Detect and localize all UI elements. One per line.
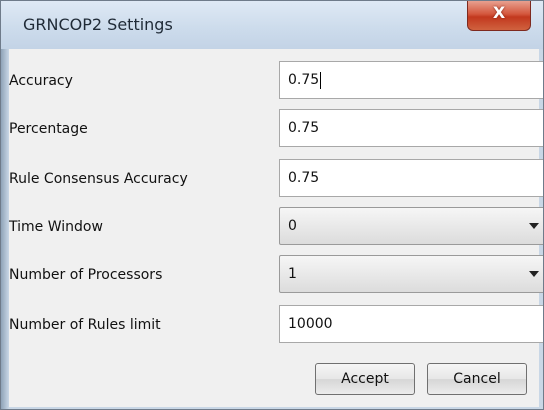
accept-button[interactable]: Accept — [315, 363, 415, 395]
close-icon: X — [492, 3, 506, 22]
number-of-rules-limit-value: 10000 — [288, 316, 333, 332]
number-of-processors-value: 1 — [288, 266, 297, 282]
text-cursor — [320, 71, 322, 89]
percentage-input[interactable]: 0.75 — [279, 109, 543, 147]
rule-consensus-accuracy-input[interactable]: 0.75 — [279, 159, 543, 197]
percentage-label: Percentage — [9, 121, 88, 137]
accuracy-label: Accuracy — [9, 73, 73, 89]
settings-dialog: GRNCOP2 Settings X Accuracy 0.75 Percent… — [0, 0, 544, 410]
close-button[interactable]: X — [467, 1, 531, 31]
rule-consensus-accuracy-value: 0.75 — [288, 170, 320, 186]
settings-form: Accuracy 0.75 Percentage 0.75 Rule Conse… — [9, 49, 543, 407]
number-of-rules-limit-input[interactable]: 10000 — [279, 305, 543, 343]
title-bar[interactable]: GRNCOP2 Settings X — [1, 1, 543, 49]
time-window-value: 0 — [288, 218, 297, 234]
number-of-rules-limit-label: Number of Rules limit — [9, 317, 161, 333]
chevron-down-icon — [529, 271, 539, 277]
rule-consensus-accuracy-label: Rule Consensus Accuracy — [9, 171, 188, 187]
chevron-down-icon — [529, 223, 539, 229]
accuracy-input[interactable]: 0.75 — [279, 61, 543, 99]
percentage-value: 0.75 — [288, 120, 320, 136]
window-title: GRNCOP2 Settings — [23, 15, 173, 34]
number-of-processors-select[interactable]: 1 — [279, 255, 543, 293]
number-of-processors-label: Number of Processors — [9, 267, 163, 283]
cancel-button[interactable]: Cancel — [427, 363, 527, 395]
time-window-label: Time Window — [9, 219, 103, 235]
accuracy-value: 0.75 — [288, 72, 320, 88]
window-border — [1, 49, 9, 409]
time-window-select[interactable]: 0 — [279, 207, 543, 245]
